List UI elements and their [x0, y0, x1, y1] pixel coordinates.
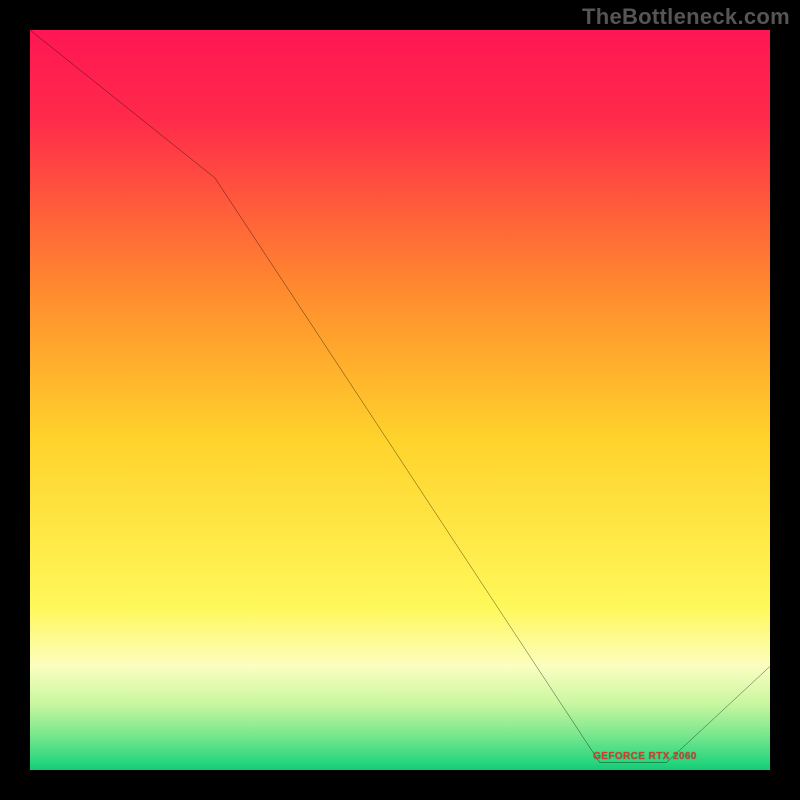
bottleneck-curve — [30, 30, 770, 770]
attribution-text: TheBottleneck.com — [582, 4, 790, 30]
plot-area: GEFORCE RTX 2060 — [30, 30, 770, 770]
chart-frame: TheBottleneck.com GEFORCE RTX 2060 — [0, 0, 800, 800]
gpu-marker-label: GEFORCE RTX 2060 — [593, 751, 697, 762]
